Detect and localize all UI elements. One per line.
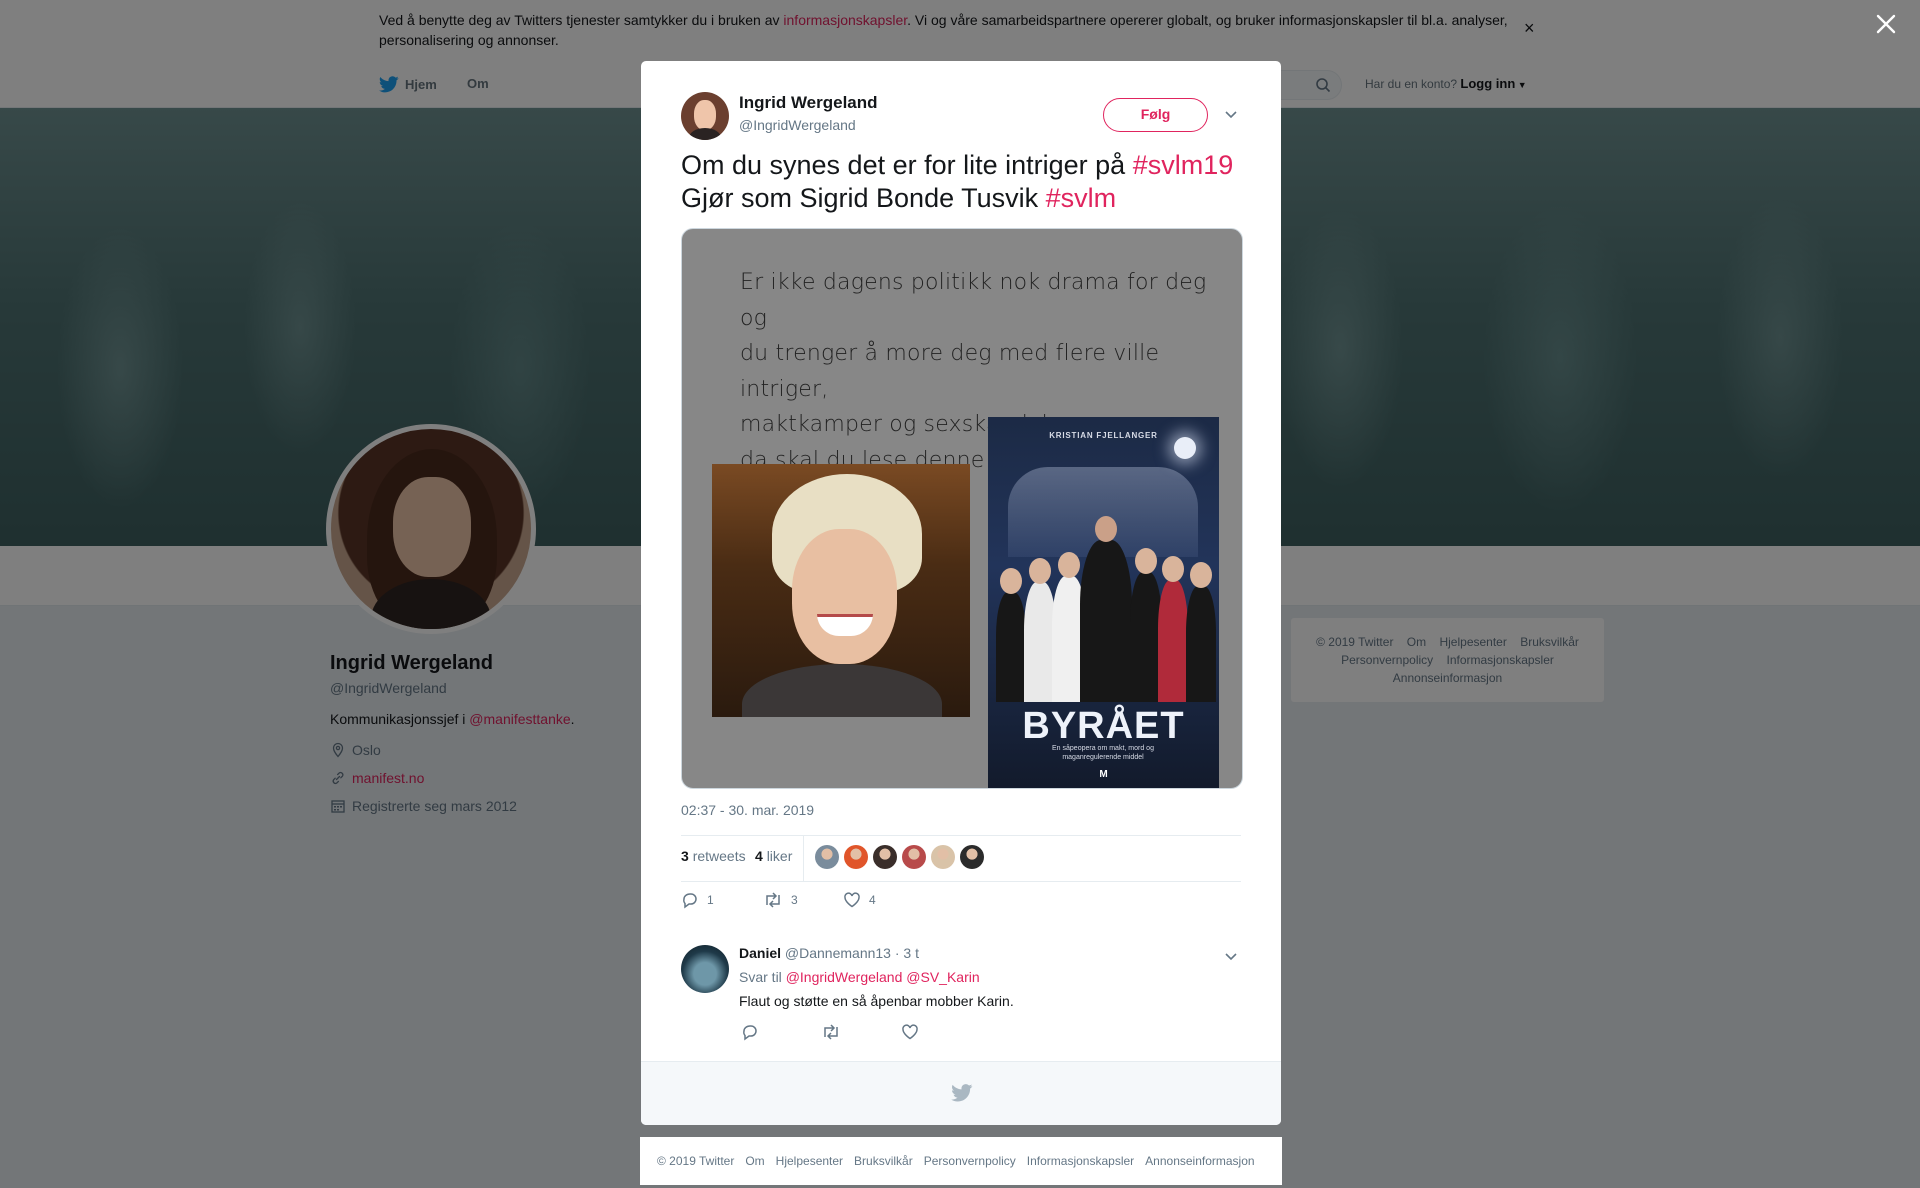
likes-count: 4	[755, 848, 763, 864]
reply-header: Daniel @Dannemann13 · 3 t	[739, 945, 919, 961]
cover-person-head	[1135, 548, 1157, 574]
reply-author-handle[interactable]: @Dannemann13	[785, 945, 891, 961]
reply-actions	[741, 1023, 941, 1043]
tweet-actions: 1 3 4	[681, 891, 981, 915]
cover-person-head	[1000, 568, 1022, 594]
reply-time[interactable]: · 3 t	[895, 945, 919, 961]
reply-mention[interactable]: @SV_Karin	[906, 969, 979, 985]
photo-face	[792, 529, 897, 664]
footer-link[interactable]: Annonseinformasjon	[1145, 1154, 1254, 1168]
tweet-author-handle[interactable]: @IngridWergeland	[739, 117, 856, 133]
follow-button[interactable]: Følg	[1103, 98, 1208, 132]
tweet-stats: 3 retweets 4 liker	[681, 835, 1241, 882]
hashtag-link[interactable]: #svlm	[1046, 183, 1117, 213]
tweet-text-part: Gjør som Sigrid Bonde Tusvik	[681, 183, 1046, 213]
cover-people	[988, 516, 1219, 702]
cover-person-head	[1095, 516, 1117, 542]
reply-icon	[683, 893, 697, 909]
quote-line: du trenger å more deg med flere ville in…	[740, 341, 1160, 402]
chevron-down-icon[interactable]	[1224, 949, 1238, 963]
retweets-label: retweets	[692, 848, 746, 864]
close-icon[interactable]	[1874, 12, 1898, 36]
heart-icon[interactable]	[901, 1023, 919, 1041]
cover-person-head	[1162, 556, 1184, 582]
tweet-author-avatar[interactable]	[681, 92, 729, 140]
cover-person-head	[1058, 552, 1080, 578]
avatar-shirt	[689, 128, 721, 140]
quote-line: Er ikke dagens politikk nok drama for de…	[740, 270, 1207, 331]
tweet-modal: Ingrid Wergeland @IngridWergeland Følg O…	[641, 61, 1281, 1125]
moon-graphic	[1174, 437, 1196, 459]
footer-link[interactable]: Bruksvilkår	[854, 1154, 913, 1168]
cover-person	[1158, 556, 1188, 702]
reply-author-name[interactable]: Daniel	[739, 945, 781, 961]
reply-button[interactable]: 1	[681, 891, 714, 909]
publisher-logo: M	[1099, 769, 1108, 780]
liker-avatar[interactable]	[844, 845, 868, 869]
avatar-face	[694, 100, 716, 130]
book-subtitle: En såpeopera om makt, mord og maganregul…	[1052, 745, 1154, 761]
liker-avatar[interactable]	[902, 845, 926, 869]
retweets-stat[interactable]: 3 retweets	[681, 848, 746, 864]
cover-person	[996, 568, 1026, 702]
footer-link[interactable]: Personvernpolicy	[924, 1154, 1016, 1168]
heart-icon	[844, 892, 860, 908]
retweet-icon[interactable]	[821, 1023, 841, 1041]
reply-count: 1	[707, 893, 714, 907]
footer-link[interactable]: Informasjonskapsler	[1027, 1154, 1134, 1168]
cover-person	[1186, 562, 1216, 702]
cover-person-head	[1029, 558, 1051, 584]
stats-divider	[803, 836, 804, 882]
liker-avatar[interactable]	[815, 845, 839, 869]
portrait-photo	[712, 464, 970, 717]
footer-link[interactable]: © 2019 Twitter	[657, 1154, 734, 1168]
footer-link[interactable]: Hjelpesenter	[776, 1154, 843, 1168]
modal-bottom-footer: © 2019 Twitter Om Hjelpesenter Bruksvilk…	[640, 1137, 1282, 1185]
liker-avatars	[815, 845, 984, 869]
likes-label: liker	[766, 848, 793, 864]
tweet-text: Om du synes det er for lite intriger på …	[681, 149, 1246, 215]
retweet-button[interactable]: 3	[763, 891, 798, 909]
reply-text: Flaut og støtte en så åpenbar mobber Kar…	[739, 993, 1014, 1009]
cover-person-head	[1190, 562, 1212, 588]
reply-to: Svar til @IngridWergeland @SV_Karin	[739, 969, 980, 985]
retweet-icon	[766, 892, 780, 908]
tweet-image[interactable]: Er ikke dagens politikk nok drama for de…	[681, 228, 1243, 789]
tweet-text-part: Om du synes det er for lite intriger på	[681, 150, 1133, 180]
reply-author-avatar[interactable]	[681, 945, 729, 993]
cover-person	[1080, 516, 1132, 702]
twitter-bird-icon	[951, 1084, 973, 1102]
like-count: 4	[869, 893, 876, 907]
tweet-author-name[interactable]: Ingrid Wergeland	[739, 93, 878, 113]
hashtag-link[interactable]: #svlm19	[1133, 150, 1234, 180]
footer-link[interactable]: Om	[745, 1154, 764, 1168]
liker-avatar[interactable]	[931, 845, 955, 869]
liker-avatar[interactable]	[960, 845, 984, 869]
likes-stat[interactable]: 4 liker	[755, 848, 792, 864]
book-title: BYRÅET	[1022, 705, 1185, 747]
like-button[interactable]: 4	[843, 891, 876, 909]
book-cover: KRISTIAN FJELLANGER BYRÅET En såpeopera …	[988, 417, 1219, 788]
retweets-count: 3	[681, 848, 689, 864]
retweet-count: 3	[791, 893, 798, 907]
photo-shirt	[742, 664, 942, 717]
modal-footer	[641, 1061, 1281, 1125]
tweet-timestamp[interactable]: 02:37 - 30. mar. 2019	[681, 802, 814, 818]
chevron-down-icon[interactable]	[1224, 107, 1238, 121]
liker-avatar[interactable]	[873, 845, 897, 869]
reply-to-label: Svar til	[739, 969, 782, 985]
reply-mention[interactable]: @IngridWergeland	[786, 969, 903, 985]
reply-icon[interactable]	[741, 1023, 759, 1041]
